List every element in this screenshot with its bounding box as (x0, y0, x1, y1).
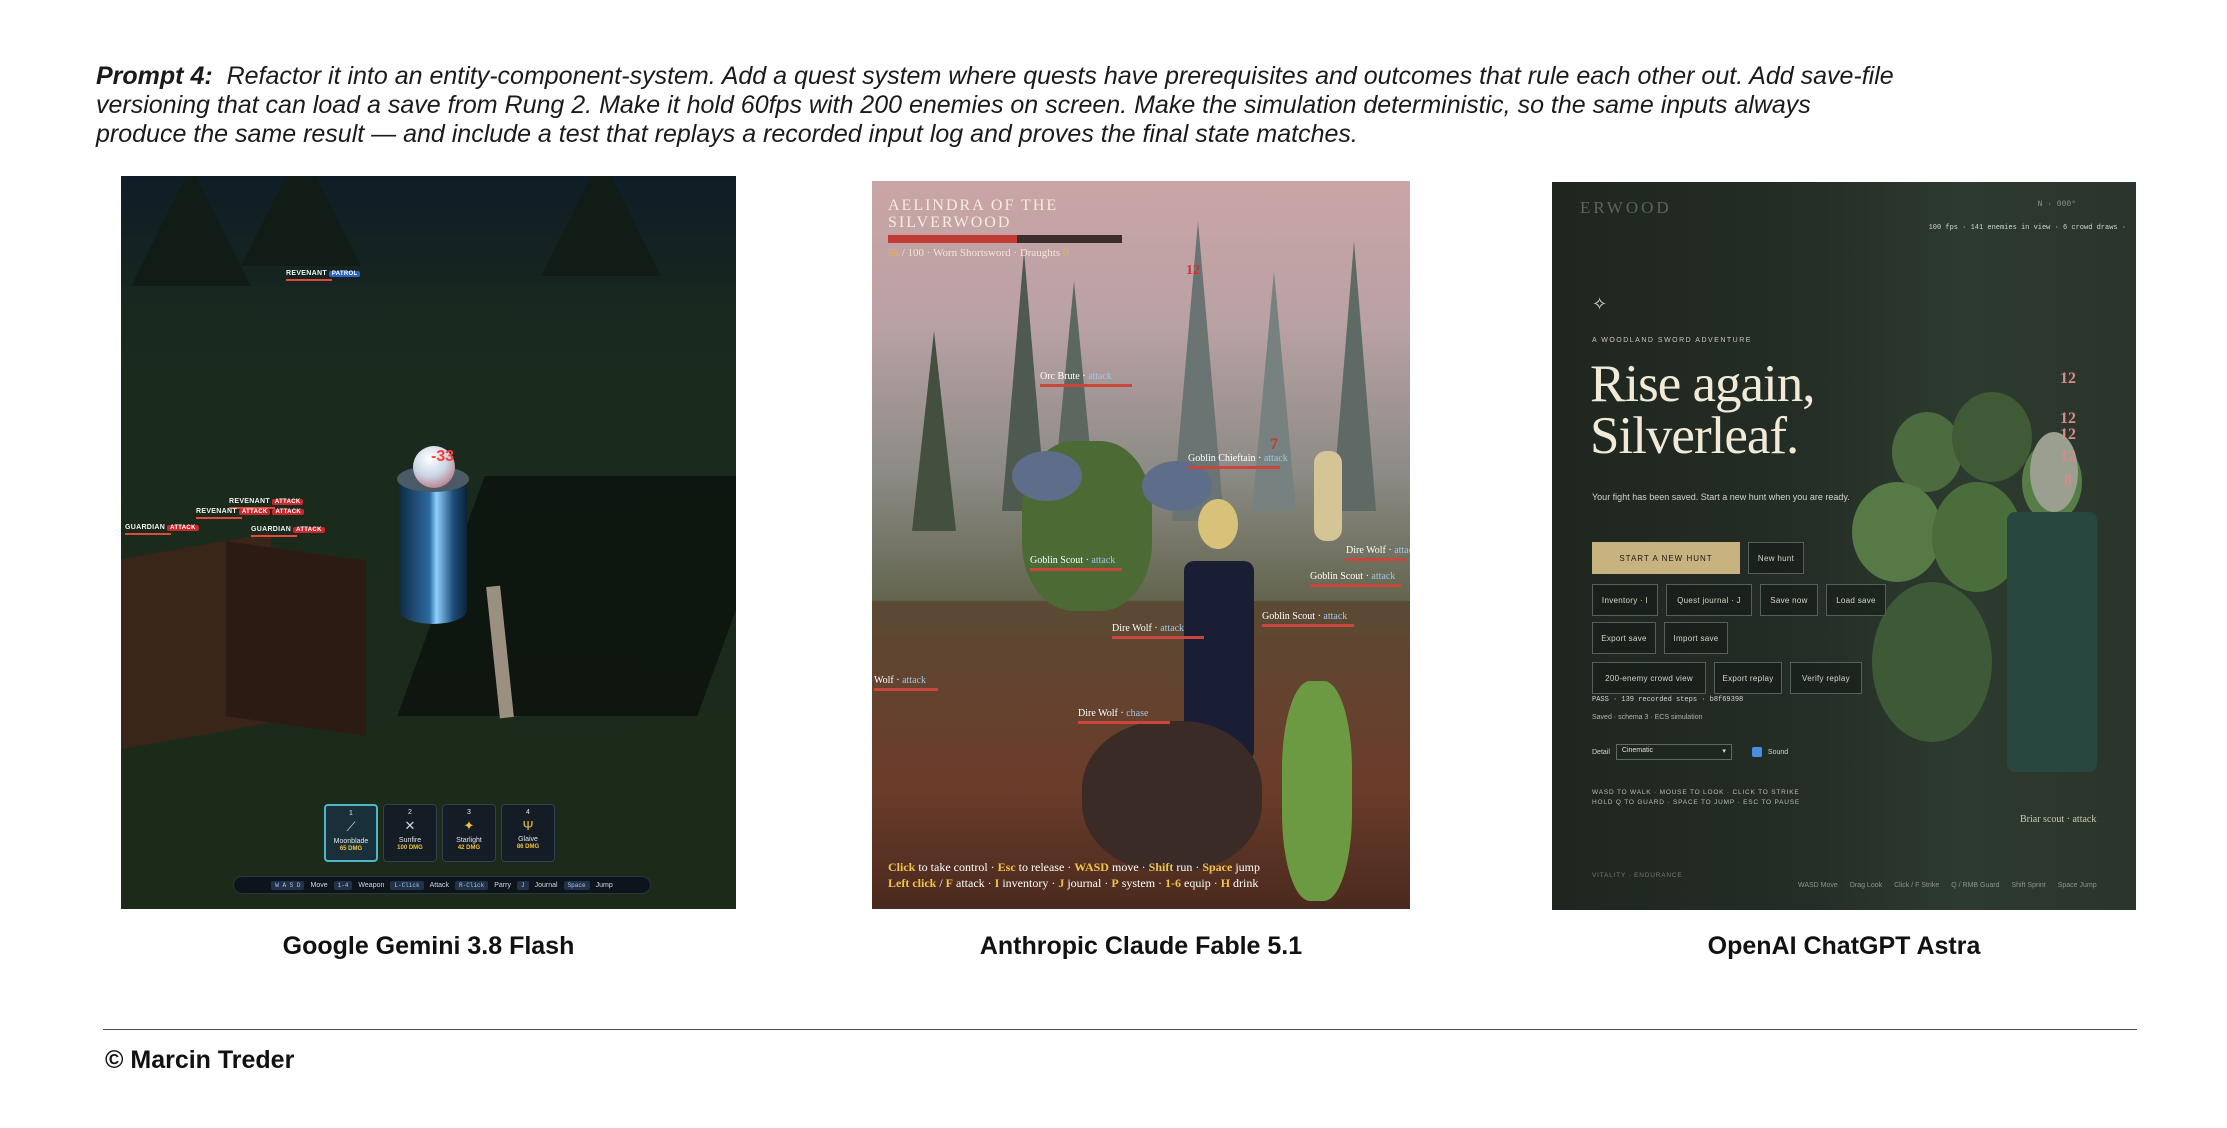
gemini-game-screenshot: REVENANT PATROL REVENANT ATTACK REVENANT AT… (121, 176, 736, 909)
hotbar-slot-starlight[interactable]: 3 ✦ Starlight 42 DMG (442, 804, 496, 862)
enemy-crowd (1892, 412, 1962, 492)
enemy-label: Goblin Scout · attack (1262, 611, 1354, 627)
enemy-label: Dire Wolf · attack (1112, 623, 1204, 639)
kicker-text: A WOODLAND SWORD ADVENTURE (1592, 337, 1752, 344)
player-head (1198, 499, 1238, 549)
load-save-button[interactable]: Load save (1826, 584, 1886, 616)
background-tree (241, 176, 361, 266)
export-replay-button[interactable]: Export replay (1714, 662, 1782, 694)
claude-game-screenshot: AELINDRA OF THE SILVERWOOD 55 / 100 · Wo… (872, 181, 1410, 909)
golden-idol (1314, 451, 1342, 541)
goblin-scout (1282, 681, 1352, 901)
key-legend: WASD Move Drag Look Click / F Strike Q /… (1798, 882, 2097, 889)
enemy-label: Dire Wolf · chase (1078, 708, 1170, 724)
orc-pauldron (1012, 451, 1082, 501)
export-save-button[interactable]: Export save (1592, 622, 1656, 654)
save-now-button[interactable]: Save now (1760, 584, 1818, 616)
player-stats: 55 / 100 · Worn Shortsword · Draughts 0 (888, 247, 1069, 259)
sparkle-icon: ✧ (1592, 294, 1608, 314)
controls-hint: WASD TO WALK · MOUSE TO LOOK · CLICK TO … (1592, 789, 1801, 806)
start-new-hunt-button[interactable]: START A NEW HUNT (1592, 542, 1740, 574)
controls-help: Click to take control · Esc to release ·… (888, 860, 1260, 890)
pine-tree (912, 331, 956, 531)
damage-float: -33 (431, 448, 455, 465)
star-wand-icon: ✦ (463, 818, 475, 833)
background-tree (541, 176, 661, 276)
health-bar (888, 235, 1122, 243)
crossed-swords-icon: ✕ (404, 818, 416, 833)
headline: Rise again, Silverleaf. (1590, 355, 1815, 465)
enemy-label: Goblin Scout · attack (1030, 555, 1122, 571)
pine-tree (1252, 271, 1296, 511)
damage-float: 7 (1270, 436, 1278, 453)
caption-gemini: Google Gemini 3.8 Flash (282, 932, 575, 960)
replay-status: PASS · 139 recorded steps · b8f69398 (1592, 696, 1744, 704)
hero-cloak (2007, 512, 2097, 772)
enemy-label: GUARDIAN ATTACK (125, 524, 199, 535)
dire-wolf (1082, 721, 1262, 871)
compass-readout: N · 000° (2037, 200, 2076, 209)
enemy-label: Briar scout · attack (2020, 814, 2097, 825)
controls-bar: W A S D Move 1-4 Weapon L-Click Attack R-Cl… (233, 876, 651, 894)
damage-float: 12 (1186, 263, 1200, 278)
enemy-label: REVENANT PATROL (286, 270, 361, 281)
enemy-label: Orc Brute · attack (1040, 371, 1132, 387)
enemy-label: Goblin Chieftain · attack (1188, 453, 1288, 469)
import-save-button[interactable]: Import save (1664, 622, 1728, 654)
damage-float: 12 (2060, 370, 2076, 387)
subtitle: Your fight has been saved. Start a new h… (1592, 492, 1850, 502)
enemy-crowd (1852, 482, 1942, 582)
stats-label: VITALITY · ENDURANCE (1592, 872, 1683, 879)
quest-journal-button[interactable]: Quest journal · J (1666, 584, 1752, 616)
save-status: Saved · schema 3 · ECS simulation (1592, 714, 1703, 721)
trident-icon: Ψ (522, 818, 534, 833)
enemy-label: Dire Wolf · attack (1346, 545, 1410, 561)
prompt-text: Prompt 4: Refactor it into an entity-com… (96, 62, 1896, 149)
footer-divider (103, 1029, 2137, 1030)
enemy-label: Goblin Scout · attack (1310, 571, 1402, 587)
hotbar-slot-sunfire[interactable]: 2 ✕ Sunfire 100 DMG (383, 804, 437, 862)
background-tree (131, 176, 251, 286)
sound-checkbox[interactable] (1751, 747, 1762, 757)
game-brand: ERWOOD (1580, 198, 1672, 217)
sword-icon: ⟋ (346, 819, 356, 834)
damage-float: 12 (2060, 448, 2076, 465)
prompt-body: Refactor it into an entity-component-sys… (96, 62, 1894, 148)
weapon-hotbar: 1 ⟋ Moonblade 65 DMG 2 ✕ Sunfire 100 DMG… (324, 804, 555, 862)
chatgpt-game-screenshot: ERWOOD N · 000° 100 fps · 141 enemies in… (1552, 182, 2136, 910)
chevron-down-icon: ▾ (1722, 748, 1726, 755)
caption-claude: Anthropic Claude Fable 5.1 (979, 932, 1303, 960)
enemy-crowd (1952, 392, 2032, 482)
damage-float: 8 (2064, 472, 2072, 489)
detail-select[interactable]: Cinematic ▾ (1615, 744, 1732, 760)
player-name: AELINDRA OF THE SILVERWOOD (888, 197, 1059, 231)
enemy-label: Wolf · attack (874, 675, 938, 691)
enemy-label: REVENANT ATTACK ATTACK (196, 508, 305, 519)
crate-right (226, 541, 366, 736)
hotbar-slot-glaive[interactable]: 4 Ψ Glaive 86 DMG (501, 804, 555, 862)
copyright: © Marcin Treder (105, 1046, 295, 1074)
perf-readout: 100 fps · 141 enemies in view · 6 crowd … (1928, 224, 2126, 232)
new-hunt-button[interactable]: New hunt (1748, 542, 1804, 574)
verify-replay-button[interactable]: Verify replay (1790, 662, 1862, 694)
player-pillar (399, 474, 467, 624)
prompt-label: Prompt 4: (96, 62, 213, 90)
hotbar-slot-moonblade[interactable]: 1 ⟋ Moonblade 65 DMG (324, 804, 378, 862)
inventory-button[interactable]: Inventory · I (1592, 584, 1658, 616)
crowd-view-button[interactable]: 200-enemy crowd view (1592, 662, 1706, 694)
detail-row: Detail Cinematic ▾ Sound (1592, 744, 1788, 760)
enemy-crowd (1872, 582, 1992, 742)
enemy-label: GUARDIAN ATTACK (251, 526, 325, 537)
caption-chatgpt: OpenAI ChatGPT Astra (1707, 932, 1981, 960)
damage-float: 12 (2060, 426, 2076, 443)
